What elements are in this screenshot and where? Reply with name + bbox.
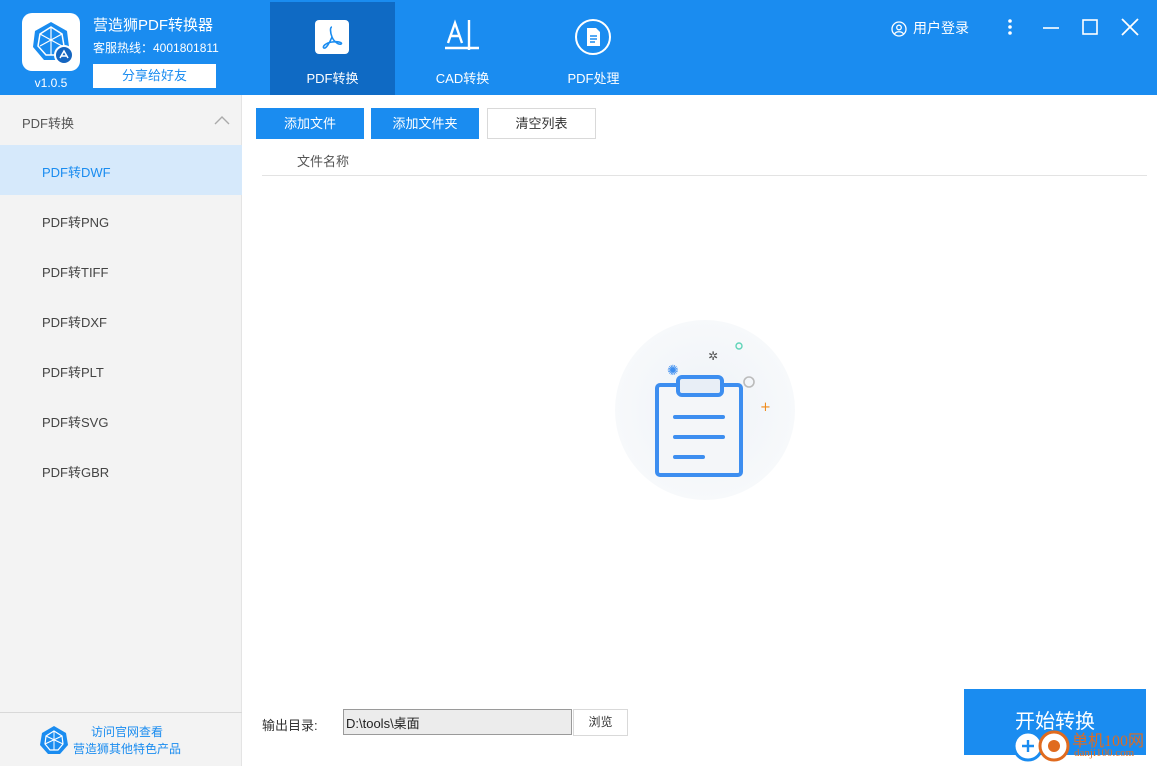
app-title: 营造狮PDF转换器 — [93, 17, 214, 34]
chevron-up-icon[interactable] — [214, 115, 230, 125]
close-icon[interactable] — [1120, 17, 1140, 37]
hotline-text: 客服热线：4001801811 — [93, 41, 219, 55]
add-file-button[interactable]: 添加文件 — [256, 108, 364, 139]
sidebar-section-header[interactable]: PDF转换 — [0, 95, 242, 145]
sidebar-item-pdf-to-svg[interactable]: PDF转SVG — [0, 395, 242, 445]
sidebar-item-pdf-to-dxf[interactable]: PDF转DXF — [0, 295, 242, 345]
sidebar-item-label: PDF转SVG — [42, 415, 109, 430]
tab-pdf-convert[interactable]: PDF转换 — [270, 2, 395, 95]
app-logo — [22, 13, 80, 71]
svg-text:✲: ✲ — [708, 349, 718, 363]
empty-list-clipboard-icon: ✺ ✲ + — [615, 320, 795, 500]
sidebar-item-label: PDF转DWF — [42, 165, 111, 180]
svg-text:+: + — [760, 400, 771, 415]
browse-button[interactable]: 浏览 — [573, 709, 628, 736]
sidebar-item-label: PDF转DXF — [42, 315, 108, 330]
add-folder-button[interactable]: 添加文件夹 — [371, 108, 479, 139]
user-icon — [891, 21, 907, 37]
sidebar-item-pdf-to-dwf[interactable]: PDF转DWF — [0, 145, 242, 195]
more-menu-icon[interactable] — [1000, 17, 1020, 37]
title-bar: v1.0.5 营造狮PDF转换器 客服热线：4001801811 分享给好友 P… — [0, 0, 1157, 95]
watermark-url: danji100.com — [1074, 747, 1135, 759]
document-icon — [575, 19, 611, 55]
version-label: v1.0.5 — [34, 76, 68, 90]
website-link-line1: 访问官网查看 — [90, 725, 163, 739]
website-link[interactable]: 访问官网查看 营造狮其他特色产品 — [0, 712, 242, 766]
clear-list-button[interactable]: 清空列表 — [487, 108, 596, 139]
pdf-icon — [315, 20, 349, 54]
column-divider — [262, 175, 1147, 176]
tab-cad-convert[interactable]: CAD转换 — [400, 2, 525, 95]
file-name-column-header: 文件名称 — [297, 154, 350, 169]
tab-cad-convert-label: CAD转换 — [435, 71, 490, 86]
tab-pdf-process[interactable]: PDF处理 — [531, 2, 656, 95]
sidebar-item-pdf-to-plt[interactable]: PDF转PLT — [0, 345, 242, 395]
login-label: 用户登录 — [913, 20, 969, 36]
share-button[interactable]: 分享给好友 — [93, 64, 216, 88]
sidebar-item-pdf-to-png[interactable]: PDF转PNG — [0, 195, 242, 245]
svg-text:✺: ✺ — [667, 363, 679, 379]
lion-logo-icon — [33, 22, 74, 65]
website-link-line2: 营造狮其他特色产品 — [72, 742, 181, 756]
sidebar: PDF转换 PDF转DWF PDF转PNG PDF转TIFF PDF转DXF P… — [0, 95, 242, 766]
sidebar-section-title: PDF转换 — [22, 116, 75, 131]
login-button[interactable]: 用户登录 — [891, 18, 969, 38]
lion-logo-icon — [40, 726, 68, 754]
cad-icon — [445, 19, 479, 50]
output-dir-label: 输出目录: — [262, 718, 318, 733]
tab-pdf-convert-label: PDF转换 — [306, 71, 359, 86]
output-dir-input[interactable] — [343, 709, 572, 735]
maximize-icon[interactable] — [1080, 17, 1100, 37]
sidebar-item-pdf-to-tiff[interactable]: PDF转TIFF — [0, 245, 242, 295]
sidebar-item-label: PDF转PLT — [42, 365, 104, 380]
sidebar-item-pdf-to-gbr[interactable]: PDF转GBR — [0, 445, 242, 495]
sidebar-item-label: PDF转TIFF — [42, 265, 109, 280]
minimize-icon[interactable] — [1041, 17, 1061, 37]
sidebar-item-label: PDF转GBR — [42, 465, 110, 480]
tab-pdf-process-label: PDF处理 — [567, 71, 620, 86]
sidebar-item-label: PDF转PNG — [42, 215, 110, 230]
